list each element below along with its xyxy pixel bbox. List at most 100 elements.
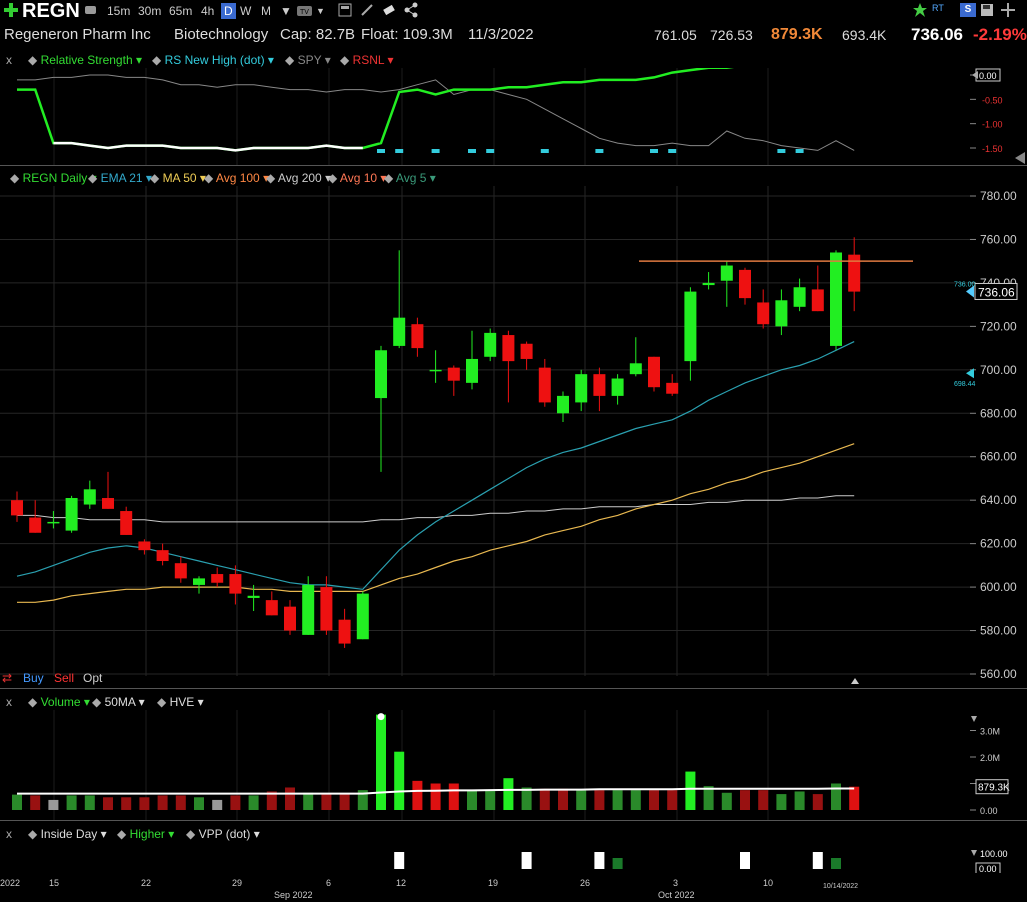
rs-panel-header: x ◆ Relative Strength ▾ ◆ RS New High (d… (0, 52, 1027, 68)
candle-body (666, 382, 679, 394)
candle-body (174, 563, 187, 579)
star-icon[interactable] (912, 2, 928, 18)
rs-new-high-dot (468, 149, 476, 153)
price-item-avg200[interactable]: ◆ Avg 200 ▾ (266, 170, 331, 186)
price-divider[interactable] (0, 688, 1027, 689)
volume-bar (157, 795, 168, 810)
volume-bar (48, 799, 59, 810)
candle-body (284, 606, 296, 631)
price-item-daily[interactable]: ◆ REGN Daily ▾ (10, 170, 97, 186)
rs-axis-label: -0.50 (982, 95, 1003, 105)
stat-1: 761.05 (654, 27, 697, 43)
candle-body (411, 324, 424, 349)
interval-monthly[interactable]: M (261, 3, 271, 19)
candle-body (684, 291, 697, 362)
interval-daily[interactable]: D (221, 3, 236, 19)
buy-button[interactable]: Buy (23, 670, 44, 686)
inside-item-vpp[interactable]: ◆ VPP (dot) ▾ (186, 826, 260, 842)
date-label: Sep 2022 (274, 890, 313, 900)
price-axis-label: 600.00 (980, 580, 1017, 594)
rs-axis-label: -1.00 (982, 120, 1003, 130)
volume-pointer (971, 716, 977, 722)
volume-bar (139, 797, 150, 810)
candle-body (229, 574, 242, 594)
volume-axis-label: 0.00 (980, 806, 998, 816)
rs-item-relative-strength[interactable]: ◆ Relative Strength ▾ (28, 52, 142, 68)
interval-15m[interactable]: 15m (107, 3, 130, 19)
volume-item-hve[interactable]: ◆ HVE ▾ (157, 694, 204, 710)
rs-item-new-high[interactable]: ◆ RS New High (dot) ▾ (152, 52, 274, 68)
inside-item-higher[interactable]: ◆ Higher ▾ (117, 826, 174, 842)
volume-bar (794, 791, 805, 810)
add-symbol-icon[interactable] (3, 2, 19, 18)
date-label: 2022 (0, 878, 21, 888)
inside-axis-label: 100.00 (980, 849, 1008, 859)
sell-button[interactable]: Sell (54, 670, 74, 686)
candle-body (102, 498, 114, 509)
price-item-avg10[interactable]: ◆ Avg 10 ▾ (328, 170, 386, 186)
price-axis-label: 560.00 (980, 667, 1017, 681)
rs-item-rsnl[interactable]: ◆ RSNL ▾ (340, 52, 394, 68)
interval-4h[interactable]: 4h (201, 3, 214, 19)
candle-body (739, 269, 751, 299)
volume-divider[interactable] (0, 820, 1027, 821)
volume-bar (66, 795, 77, 810)
rs-divider[interactable] (0, 165, 1027, 166)
candle-body (356, 593, 369, 640)
price-box-label: 736.06 (978, 285, 1015, 299)
price-item-ema21[interactable]: ◆ EMA 21 ▾ (88, 170, 152, 186)
share-icon[interactable] (403, 2, 419, 18)
rs-axis-label: -1.50 (982, 144, 1003, 154)
trade-controls: ⇄ Buy Sell Opt (0, 670, 200, 686)
volume-stat: 879.3K (771, 26, 823, 43)
move-icon[interactable] (1000, 2, 1016, 18)
volume-bar (612, 790, 623, 810)
interval-weekly[interactable]: W (240, 3, 251, 19)
candle-body (520, 343, 533, 359)
volume-bar (667, 790, 678, 810)
draw-pencil-icon[interactable] (360, 3, 374, 17)
candle-body (156, 550, 169, 562)
price-panel-header: ◆ REGN Daily ▾ ◆ EMA 21 ▾ ◆ MA 50 ▾ ◆ Av… (0, 170, 1027, 186)
rs-new-high-dot (431, 149, 440, 153)
volume-close-button[interactable]: x (6, 694, 12, 710)
volume-bar (576, 790, 587, 810)
price-item-avg100[interactable]: ◆ Avg 100 ▾ (204, 170, 269, 186)
candle-body (29, 517, 42, 533)
options-button[interactable]: Opt (83, 670, 102, 686)
eraser-icon[interactable] (382, 3, 396, 17)
price-item-ma50[interactable]: ◆ MA 50 ▾ (150, 170, 206, 186)
candle-body (557, 395, 569, 414)
interval-30m[interactable]: 30m (138, 3, 161, 19)
volume-item-volume[interactable]: ◆ Volume ▾ (28, 694, 90, 710)
stat-2: 726.53 (710, 27, 753, 43)
candle-body (65, 498, 78, 531)
volume-axis-label: 3.0M (980, 727, 1000, 737)
save-icon[interactable] (980, 3, 994, 17)
calculator-icon[interactable] (338, 3, 352, 17)
volume-bar (448, 783, 459, 810)
trade-icon[interactable]: ⇄ (2, 670, 12, 686)
price-small-label: 736.00 (954, 281, 976, 288)
inside-item-inside-day[interactable]: ◆ Inside Day ▾ (28, 826, 107, 842)
realtime-icon[interactable]: RT (932, 3, 944, 13)
interval-dropdown-icon[interactable]: ▼ (280, 3, 292, 19)
rs-panel: 0.00 -0.50 -1.00 -1.50 (17, 68, 1025, 165)
rs-item-spy[interactable]: ◆ SPY ▾ (285, 52, 331, 68)
candle-body (320, 587, 333, 631)
ticker-symbol[interactable]: REGN (22, 0, 80, 22)
date-label: 22 (141, 878, 152, 888)
tv-dropdown-icon[interactable]: ▼ (316, 3, 325, 19)
tv-icon[interactable]: TV (296, 4, 314, 16)
inside-close-button[interactable]: x (6, 826, 12, 842)
s-icon[interactable]: S (960, 3, 976, 17)
volume-bar (12, 794, 22, 810)
interval-65m[interactable]: 65m (169, 3, 192, 19)
inside-axis-label: 0.00 (979, 864, 997, 873)
price-item-avg5[interactable]: ◆ Avg 5 ▾ (384, 170, 436, 186)
date-label: 10/14/2022 (823, 883, 859, 890)
volume-item-50ma[interactable]: ◆ 50MA ▾ (92, 694, 145, 710)
rs-close-button[interactable]: x (6, 52, 12, 68)
inside-day-bar (812, 852, 823, 869)
ticker-settings-icon[interactable] (84, 3, 98, 15)
